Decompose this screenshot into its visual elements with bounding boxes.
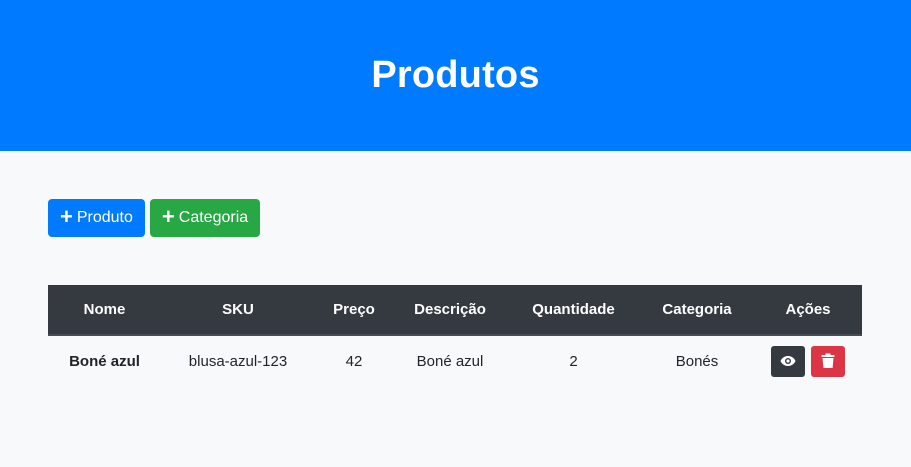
view-button[interactable]	[770, 345, 805, 377]
plus-icon: +	[60, 204, 73, 229]
cell-sku: blusa-azul-123	[188, 352, 288, 370]
eye-icon	[780, 356, 796, 366]
plus-icon: +	[161, 204, 175, 229]
cell-quantidade: 2	[569, 352, 578, 370]
column-header-sku: SKU	[161, 285, 315, 336]
add-category-button[interactable]: + Categoria	[149, 199, 261, 237]
column-header-nome: Nome	[48, 285, 161, 336]
products-table: Nome SKU Preço Descrição Quantidade Cate…	[48, 285, 862, 386]
column-header-acoes: Ações	[754, 285, 862, 336]
table-header: Nome SKU Preço Descrição Quantidade Cate…	[48, 285, 862, 336]
add-product-button[interactable]: + Produto	[48, 199, 145, 237]
cell-categoria: Bonés	[675, 352, 719, 370]
add-category-label: Categoria	[178, 209, 249, 226]
cell-actions	[754, 335, 862, 386]
column-header-quantidade: Quantidade	[507, 285, 640, 336]
delete-button[interactable]	[811, 345, 846, 377]
cell-descricao: Boné azul	[416, 352, 484, 370]
cell-preco: 42	[345, 352, 363, 370]
page-title: Produtos	[371, 54, 540, 96]
add-product-label: Produto	[76, 209, 133, 226]
column-header-descricao: Descrição	[393, 285, 507, 336]
table-row: Boné azul blusa-azul-123 42 Boné azul 2 …	[48, 335, 862, 386]
column-header-preco: Preço	[315, 285, 393, 336]
column-header-categoria: Categoria	[640, 285, 754, 336]
toolbar: + Produto + Categoria	[48, 199, 261, 237]
page-header: Produtos	[0, 0, 911, 151]
trash-icon	[821, 353, 835, 368]
cell-nome: Boné azul	[69, 352, 140, 370]
